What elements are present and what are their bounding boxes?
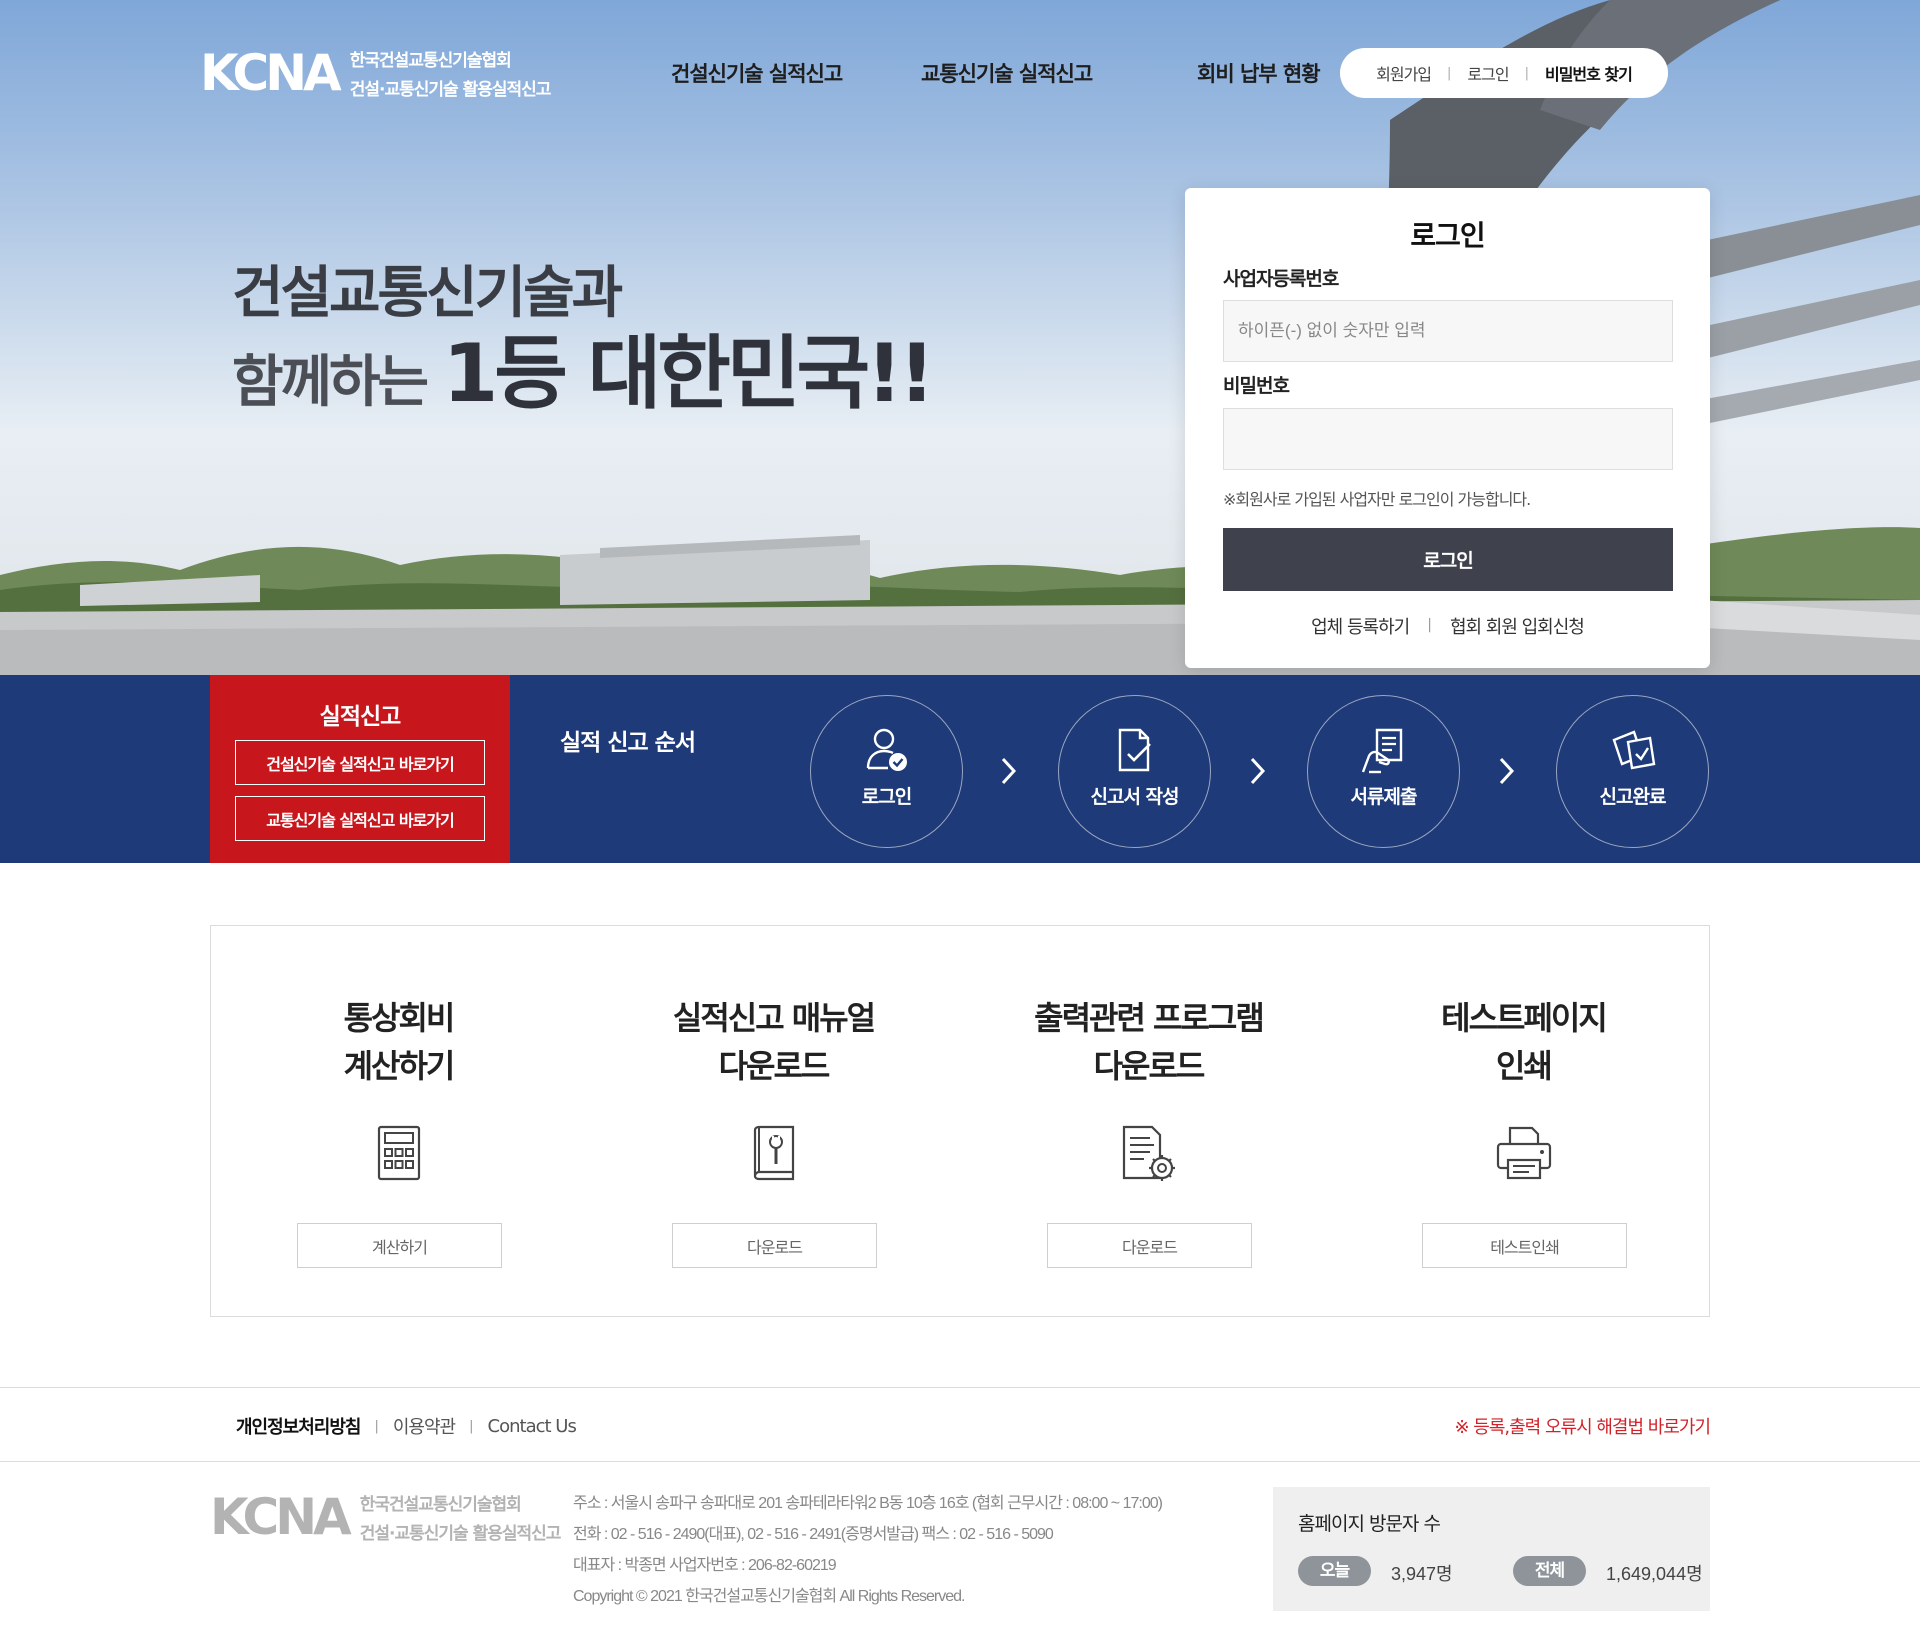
hero-line-1: 건설교통신기술과 — [232, 261, 623, 326]
construction-report-button[interactable]: 건설신기술 실적신고 바로가기 — [235, 740, 485, 785]
login-submit-button[interactable]: 로그인 — [1223, 528, 1673, 591]
step-submit-documents: 서류제출 — [1307, 695, 1460, 848]
visitor-counter: 홈페이지 방문자 수 오늘 3,947명 전체 1,649,044명 — [1273, 1487, 1710, 1611]
manual-book-icon — [753, 1125, 794, 1181]
chevron-right-icon — [1250, 757, 1266, 785]
card-title: 실적신고 매뉴얼 다운로드 — [586, 994, 961, 1090]
footer-links-bar: 개인정보처리방침 | 이용약관 | Contact Us ※ 등록,출력 오류시… — [0, 1387, 1920, 1462]
divider: | — [469, 1418, 474, 1434]
chevron-right-icon — [1001, 757, 1017, 785]
nav-fee-status[interactable]: 회비 납부 현황 — [1197, 58, 1321, 88]
documents-complete-icon — [1612, 730, 1655, 770]
manual-download-button[interactable]: 다운로드 — [672, 1223, 877, 1268]
error-solution-link[interactable]: ※ 등록,출력 오류시 해결법 바로가기 — [1454, 1413, 1711, 1439]
divider: | — [1427, 617, 1432, 633]
visitor-title: 홈페이지 방문자 수 — [1298, 1513, 1441, 1535]
document-edit-icon — [1118, 728, 1151, 772]
nav-traffic-report[interactable]: 교통신기술 실적신고 — [921, 58, 1093, 88]
logo-org-name: 한국건설교통신기술협회 — [359, 1495, 522, 1515]
card-title-line-2: 다운로드 — [718, 1047, 831, 1085]
login-link[interactable]: 로그인 — [1467, 61, 1509, 85]
report-panel-title: 실적신고 — [319, 704, 402, 730]
download-section: 통상회비 계산하기 계산하기 실적신고 매뉴얼 다운로드 다운로드 출력관련 프… — [210, 925, 1710, 1317]
member-apply-link[interactable]: 협회 회원 입회신청 — [1450, 613, 1585, 639]
footer-address: 주소 : 서울시 송파구 송파대로 201 송파테라타워2 B동 10층 16호… — [573, 1495, 1163, 1512]
user-check-icon — [866, 728, 907, 771]
footer-company-info: 주소 : 서울시 송파구 송파대로 201 송파테라타워2 B동 10층 16호… — [573, 1488, 1163, 1612]
step-login: 로그인 — [810, 695, 963, 848]
test-print-button[interactable]: 테스트인쇄 — [1422, 1223, 1627, 1268]
today-count: 3,947명 — [1391, 1564, 1453, 1584]
hero-section: KCNA 한국건설교통신기술협회 건설·교통신기술 활용실적신고 건설신기술 실… — [0, 0, 1920, 675]
total-count: 1,649,044명 — [1606, 1564, 1703, 1584]
report-order-title: 실적 신고 순서 — [560, 730, 696, 756]
card-title-line-1: 테스트페이지 — [1441, 999, 1608, 1037]
program-download-button[interactable]: 다운로드 — [1047, 1223, 1252, 1268]
card-title-line-1: 실적신고 매뉴얼 — [672, 999, 876, 1037]
footer-phone: 전화 : 02 - 516 - 2490(대표), 02 - 516 - 249… — [573, 1526, 1054, 1543]
password-input[interactable] — [1223, 408, 1673, 470]
terms-link[interactable]: 이용약관 — [393, 1413, 456, 1439]
manual-download-card: 실적신고 매뉴얼 다운로드 다운로드 — [586, 926, 961, 1316]
traffic-report-button[interactable]: 교통신기술 실적신고 바로가기 — [235, 796, 485, 841]
total-badge: 전체 — [1513, 1556, 1586, 1586]
program-download-card: 출력관련 프로그램 다운로드 다운로드 — [961, 926, 1336, 1316]
divider: | — [1447, 65, 1452, 81]
login-title: 로그인 — [1410, 219, 1485, 252]
fee-calculator-card: 통상회비 계산하기 계산하기 — [211, 926, 586, 1316]
report-quick-panel: 실적신고 건설신기술 실적신고 바로가기 교통신기술 실적신고 바로가기 — [210, 675, 510, 863]
hero-line-2: 함께하는 1등 대한민국!! — [232, 327, 935, 427]
utility-menu: 회원가입 | 로그인 | 비밀번호 찾기 — [1340, 48, 1668, 98]
calculate-button[interactable]: 계산하기 — [297, 1223, 502, 1268]
program-settings-icon — [1122, 1125, 1175, 1181]
printer-icon — [1496, 1126, 1551, 1180]
contact-link[interactable]: Contact Us — [488, 1416, 577, 1437]
footer-ceo: 대표자 : 박종면 사업자번호 : 206-82-60219 — [573, 1557, 837, 1574]
company-register-link[interactable]: 업체 등록하기 — [1311, 613, 1410, 639]
step-label: 서류제출 — [1350, 786, 1418, 808]
chevron-right-icon — [1499, 757, 1515, 785]
card-title-line-1: 통상회비 — [343, 999, 456, 1037]
footer-policy-links: 개인정보처리방침 | 이용약관 | Contact Us — [236, 1413, 577, 1439]
step-label: 신고서 작성 — [1090, 786, 1179, 808]
test-print-card: 테스트페이지 인쇄 테스트인쇄 — [1336, 926, 1711, 1316]
logo-subtitle: 건설·교통신기술 활용실적신고 — [359, 1524, 562, 1544]
hero-headline: 건설교통신기술과 함께하는 1등 대한민국!! — [232, 258, 935, 427]
divider: | — [374, 1418, 379, 1434]
card-title: 통상회비 계산하기 — [211, 994, 586, 1090]
logo-mark: KCNA — [210, 1488, 352, 1546]
card-title: 출력관련 프로그램 다운로드 — [961, 994, 1336, 1090]
card-title-line-1: 출력관련 프로그램 — [1034, 999, 1265, 1037]
find-password-link[interactable]: 비밀번호 찾기 — [1545, 61, 1633, 85]
divider: | — [1524, 65, 1529, 81]
hero-line-2-emphasis: 1등 대한민국!! — [442, 327, 935, 420]
password-label: 비밀번호 — [1223, 375, 1290, 397]
business-number-label: 사업자등록번호 — [1223, 268, 1339, 290]
today-badge: 오늘 — [1298, 1556, 1371, 1586]
login-panel: 로그인 사업자등록번호 비밀번호 ※회원사로 가입된 사업자만 로그인이 가능합… — [1185, 188, 1710, 668]
step-write-report: 신고서 작성 — [1058, 695, 1211, 848]
nav-construction-report[interactable]: 건설신기술 실적신고 — [671, 58, 843, 88]
join-link[interactable]: 회원가입 — [1376, 61, 1432, 85]
footer-copyright: Copyright © 2021 한국건설교통신기술협회 All Rights … — [573, 1588, 966, 1605]
card-title-line-2: 인쇄 — [1496, 1047, 1553, 1085]
hero-line-2-prefix: 함께하는 — [232, 350, 443, 415]
step-label: 신고완료 — [1599, 786, 1667, 808]
report-process-band: 실적신고 건설신기술 실적신고 바로가기 교통신기술 실적신고 바로가기 실적 … — [0, 675, 1920, 863]
privacy-policy-link[interactable]: 개인정보처리방침 — [236, 1413, 361, 1439]
login-sub-links: 업체 등록하기 | 협회 회원 입회신청 — [1185, 613, 1710, 639]
calculator-icon — [377, 1125, 420, 1181]
footer-logo: KCNA 한국건설교통신기술협회 건설·교통신기술 활용실적신고 — [210, 1488, 562, 1546]
business-number-input[interactable] — [1223, 300, 1673, 362]
logo-text: 한국건설교통신기술협회 건설·교통신기술 활용실적신고 — [359, 1490, 562, 1544]
hand-document-icon — [1361, 728, 1402, 774]
login-notice: ※회원사로 가입된 사업자만 로그인이 가능합니다. — [1223, 490, 1531, 509]
card-title-line-2: 계산하기 — [343, 1047, 456, 1085]
card-title-line-2: 다운로드 — [1093, 1047, 1206, 1085]
step-complete: 신고완료 — [1556, 695, 1709, 848]
step-label: 로그인 — [861, 786, 912, 808]
card-title: 테스트페이지 인쇄 — [1336, 994, 1711, 1090]
